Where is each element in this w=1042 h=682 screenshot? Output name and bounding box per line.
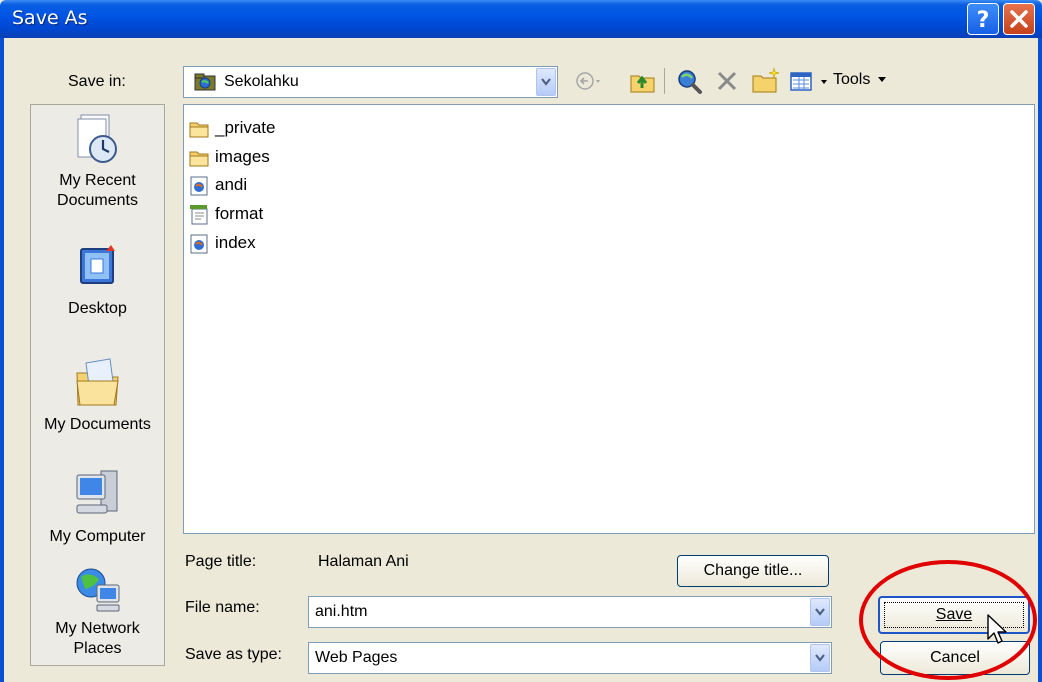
place-my-recent-documents[interactable]: My Recent Documents (31, 109, 164, 211)
place-label: My Computer (49, 528, 146, 545)
views-button[interactable] (788, 66, 832, 100)
web-page-icon (190, 234, 208, 254)
save-as-dialog: Save As ? Save in: Sekolahku Tools My Re… (0, 0, 1042, 682)
views-icon (790, 72, 827, 91)
save-in-value: Sekolahku (224, 73, 299, 90)
place-my-documents[interactable]: My Documents (31, 355, 164, 435)
place-label-line1: My Network (55, 620, 140, 637)
save-in-dropdown-arrow[interactable] (536, 68, 556, 96)
dialog-title: Save As (12, 7, 88, 29)
place-my-network-places[interactable]: My Network Places (31, 563, 164, 659)
highlight-circle-annotation (859, 560, 1037, 680)
create-new-folder-button[interactable] (750, 66, 782, 100)
file-name: format (215, 204, 264, 223)
tools-label: Tools (833, 71, 871, 88)
desktop-icon (79, 245, 115, 284)
help-button[interactable]: ? (967, 3, 999, 35)
template-icon (190, 205, 208, 225)
file-name: _private (215, 118, 276, 137)
change-title-button[interactable]: Change title... (677, 555, 829, 587)
place-label-line1: My Recent (59, 172, 136, 189)
mouse-cursor-icon (987, 614, 1007, 644)
delete-icon (717, 71, 737, 91)
chevron-down-icon (815, 608, 825, 616)
recent-documents-icon (77, 114, 117, 163)
chevron-down-icon (815, 654, 825, 662)
place-my-computer[interactable]: My Computer (31, 465, 164, 547)
change-title-label: Change title... (703, 562, 803, 579)
close-button[interactable] (1003, 3, 1035, 35)
file-name-input[interactable]: ani.htm (308, 596, 832, 628)
window-border-left (0, 38, 4, 682)
places-bar: My Recent Documents Desktop My Documents (30, 104, 165, 666)
file-name: images (215, 147, 270, 166)
save-as-type-dropdown-arrow[interactable] (810, 644, 830, 672)
file-name: andi (215, 175, 248, 194)
place-label: My Documents (44, 416, 151, 433)
file-list[interactable]: _private images andi format index (183, 104, 1035, 534)
folder-icon (189, 122, 209, 138)
my-computer-icon (76, 470, 117, 514)
page-title-value: Halaman Ani (318, 553, 409, 570)
file-name-label: File name: (185, 599, 260, 616)
delete-button[interactable] (712, 66, 742, 100)
svg-text:?: ? (977, 8, 990, 33)
new-folder-icon (752, 67, 780, 93)
back-button[interactable] (572, 66, 602, 100)
network-places-icon (76, 568, 119, 612)
close-icon (1010, 10, 1028, 28)
tools-menu[interactable]: Tools (833, 71, 888, 89)
page-title-label: Page title: (185, 553, 257, 570)
web-page-icon (190, 176, 208, 196)
up-folder-icon (630, 75, 655, 93)
search-web-button[interactable] (674, 66, 704, 100)
save-as-type-value: Web Pages (315, 649, 398, 666)
save-in-label: Save in: (68, 73, 126, 90)
up-one-level-button[interactable] (628, 66, 658, 100)
search-web-icon (678, 70, 702, 94)
file-name-value[interactable]: ani.htm (315, 603, 367, 621)
toolbar-separator (664, 68, 665, 94)
save-in-dropdown[interactable]: Sekolahku (183, 66, 558, 98)
save-as-type-label: Save as type: (185, 646, 282, 663)
save-as-type-dropdown[interactable]: Web Pages (308, 642, 832, 674)
place-label: Desktop (68, 300, 127, 317)
place-label-line2: Places (73, 640, 122, 657)
file-name: index (215, 233, 256, 252)
web-folder-icon (194, 73, 216, 91)
folder-icon (189, 151, 209, 167)
back-arrow-icon (576, 72, 600, 90)
place-label-line2: Documents (57, 192, 138, 209)
title-bar[interactable]: Save As ? (0, 0, 1042, 38)
place-desktop[interactable]: Desktop (31, 243, 164, 319)
file-name-dropdown-arrow[interactable] (810, 598, 830, 626)
help-icon: ? (977, 8, 990, 33)
caret-down-icon (877, 77, 886, 82)
chevron-down-icon (541, 78, 551, 86)
my-documents-icon (75, 358, 119, 406)
